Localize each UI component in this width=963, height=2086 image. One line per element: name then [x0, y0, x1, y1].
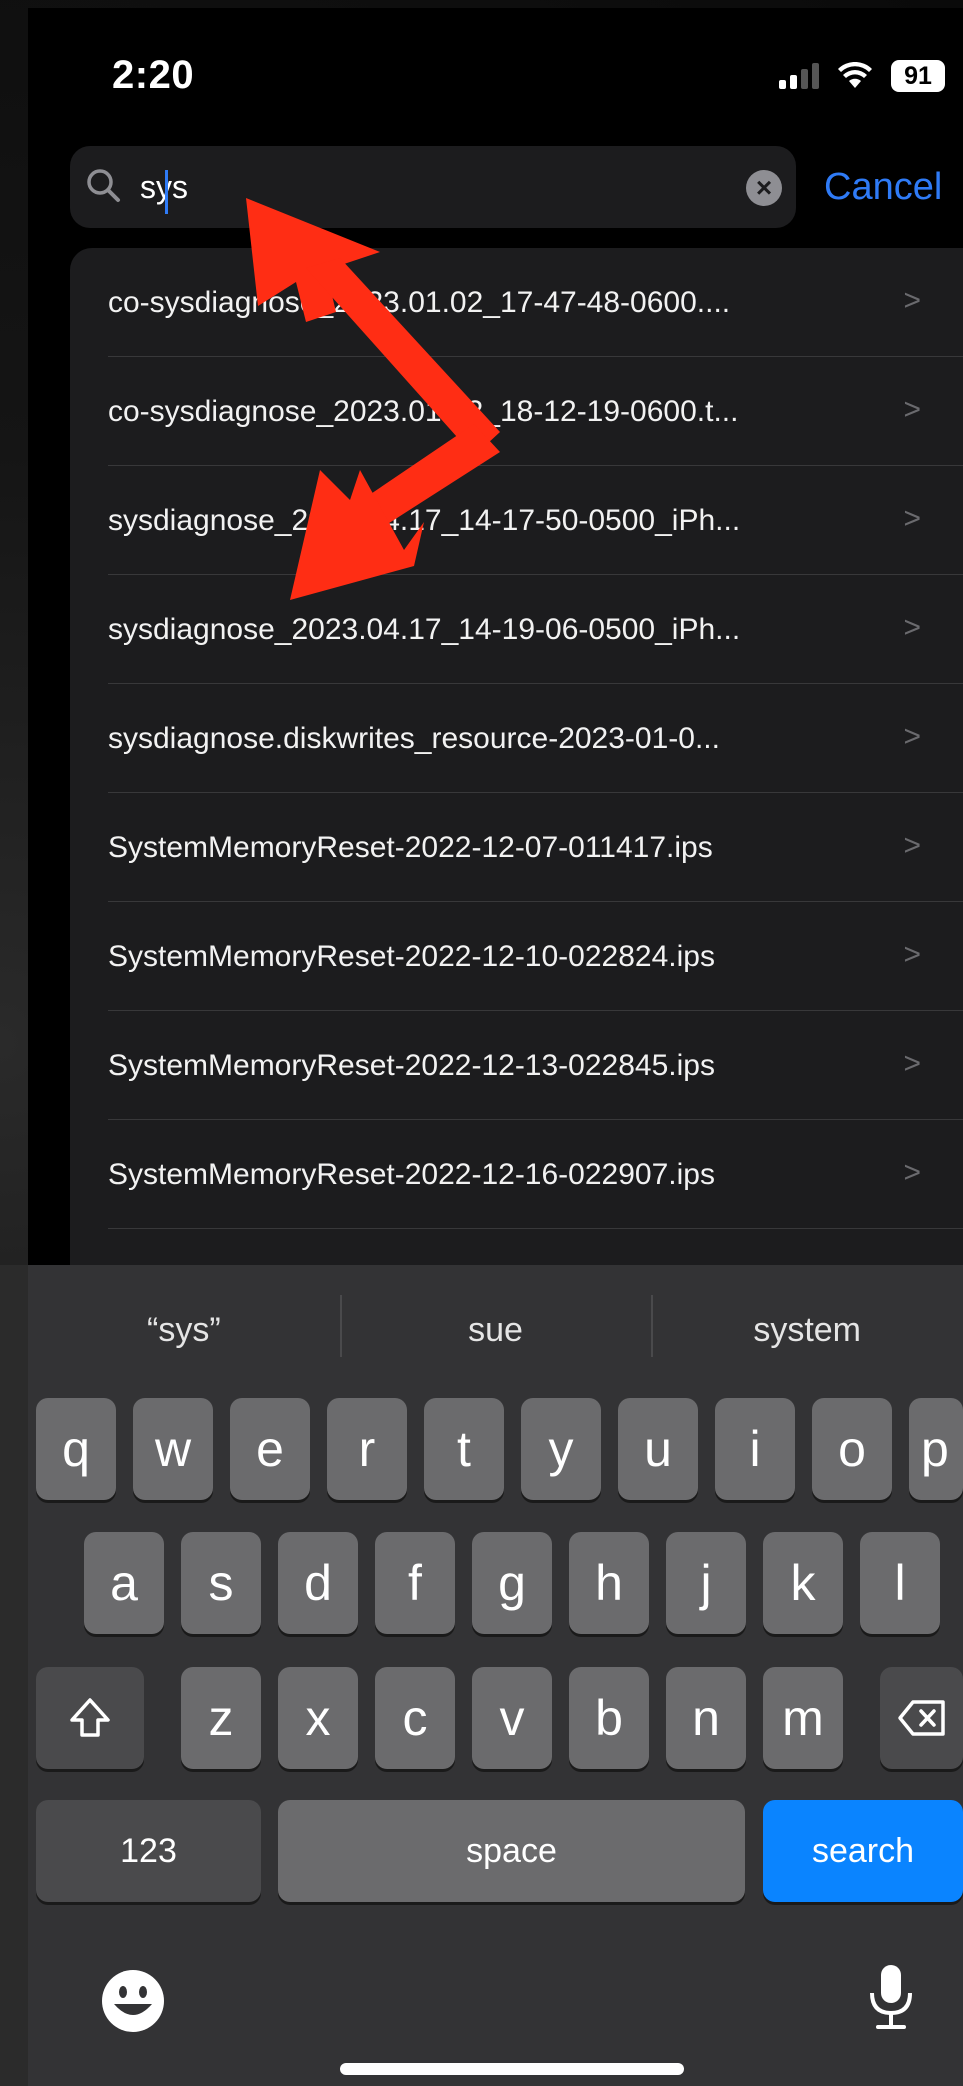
key-d[interactable]: d: [278, 1532, 358, 1634]
wifi-icon: [838, 62, 872, 88]
microphone-icon[interactable]: [866, 1963, 916, 2033]
key-v[interactable]: v: [472, 1667, 552, 1769]
list-item-label: SystemMemoryReset-2022-12-07-011417.ips: [108, 830, 713, 864]
key-j[interactable]: j: [666, 1532, 746, 1634]
key-w[interactable]: w: [133, 1398, 213, 1500]
list-item[interactable]: sysdiagnose_2023.04.17_14-19-06-0500_iPh…: [70, 575, 963, 684]
list-item-label: sysdiagnose.diskwrites_resource-2023-01-…: [108, 721, 720, 755]
backspace-icon: [897, 1700, 945, 1736]
suggestion-item[interactable]: system: [651, 1265, 963, 1395]
chevron-right-icon: >: [903, 393, 921, 426]
key-x[interactable]: x: [278, 1667, 358, 1769]
key-e[interactable]: e: [230, 1398, 310, 1500]
list-item-label: SystemMemoryReset-2022-12-10-022824.ips: [108, 939, 715, 973]
chevron-right-icon: >: [903, 1047, 921, 1080]
chevron-right-icon: >: [903, 829, 921, 862]
key-q[interactable]: q: [36, 1398, 116, 1500]
chevron-right-icon: >: [903, 1156, 921, 1189]
shift-key[interactable]: [36, 1667, 144, 1769]
key-t[interactable]: t: [424, 1398, 504, 1500]
search-input[interactable]: [138, 156, 702, 218]
suggestion-item[interactable]: “sys”: [28, 1265, 340, 1395]
key-b[interactable]: b: [569, 1667, 649, 1769]
keyboard: “sys” sue system q w e r t y u i o p a s…: [0, 1265, 963, 2086]
status-icons: 91: [779, 60, 945, 92]
chevron-right-icon: >: [903, 611, 921, 644]
search-results-list: co-sysdiagnose_2023.01.02_17-47-48-0600.…: [70, 248, 963, 1278]
key-g[interactable]: g: [472, 1532, 552, 1634]
battery-indicator: 91: [891, 60, 945, 92]
chevron-right-icon: >: [903, 720, 921, 753]
key-c[interactable]: c: [375, 1667, 455, 1769]
list-item-label: co-sysdiagnose_2023.01.02_18-12-19-0600.…: [108, 394, 739, 428]
cancel-button[interactable]: Cancel: [824, 166, 942, 209]
search-field[interactable]: ×: [70, 146, 796, 228]
key-o[interactable]: o: [812, 1398, 892, 1500]
emoji-icon[interactable]: [100, 1968, 166, 2034]
key-k[interactable]: k: [763, 1532, 843, 1634]
list-item[interactable]: co-sysdiagnose_2023.01.02_18-12-19-0600.…: [70, 357, 963, 466]
keyboard-body: “sys” sue system q w e r t y u i o p a s…: [28, 1265, 963, 2086]
key-h[interactable]: h: [569, 1532, 649, 1634]
shift-icon: [70, 1698, 110, 1737]
key-m[interactable]: m: [763, 1667, 843, 1769]
search-key[interactable]: search: [763, 1800, 963, 1902]
key-n[interactable]: n: [666, 1667, 746, 1769]
magnifier-icon: [87, 169, 120, 202]
chevron-right-icon: >: [903, 502, 921, 535]
key-y[interactable]: y: [521, 1398, 601, 1500]
list-item-label: sysdiagnose_2023.04.17_14-17-50-0500_iPh…: [108, 503, 741, 537]
clear-circle-icon[interactable]: ×: [746, 170, 782, 206]
list-item[interactable]: SystemMemoryReset-2022-12-13-022845.ips >: [70, 1011, 963, 1120]
list-item[interactable]: SystemMemoryReset-2022-12-10-022824.ips >: [70, 902, 963, 1011]
chevron-right-icon: >: [903, 938, 921, 971]
key-l[interactable]: l: [860, 1532, 940, 1634]
status-time: 2:20: [112, 53, 195, 97]
key-r[interactable]: r: [327, 1398, 407, 1500]
list-item[interactable]: SystemMemoryReset-2022-12-16-022907.ips >: [70, 1120, 963, 1229]
key-a[interactable]: a: [84, 1532, 164, 1634]
list-item[interactable]: sysdiagnose_2023.04.17_14-17-50-0500_iPh…: [70, 466, 963, 575]
predictive-bar: “sys” sue system: [28, 1265, 963, 1395]
key-i[interactable]: i: [715, 1398, 795, 1500]
key-f[interactable]: f: [375, 1532, 455, 1634]
space-key[interactable]: space: [278, 1800, 745, 1902]
numbers-key[interactable]: 123: [36, 1800, 261, 1902]
key-s[interactable]: s: [181, 1532, 261, 1634]
suggestion-item[interactable]: sue: [339, 1265, 652, 1395]
key-u[interactable]: u: [618, 1398, 698, 1500]
chevron-right-icon: >: [903, 284, 921, 317]
list-item-label: sysdiagnose_2023.04.17_14-19-06-0500_iPh…: [108, 612, 741, 646]
list-item-label: SystemMemoryReset-2022-12-16-022907.ips: [108, 1157, 715, 1191]
key-z[interactable]: z: [181, 1667, 261, 1769]
list-item-label: co-sysdiagnose_2023.01.02_17-47-48-0600.…: [108, 285, 731, 319]
backspace-key[interactable]: [880, 1667, 963, 1769]
cellular-signal-icon: [779, 63, 819, 89]
text-caret: [165, 170, 168, 214]
list-item[interactable]: co-sysdiagnose_2023.01.02_17-47-48-0600.…: [70, 248, 963, 357]
list-item-label: SystemMemoryReset-2022-12-13-022845.ips: [108, 1048, 715, 1082]
key-p[interactable]: p: [909, 1398, 963, 1500]
list-item[interactable]: sysdiagnose.diskwrites_resource-2023-01-…: [70, 684, 963, 793]
list-item[interactable]: SystemMemoryReset-2022-12-07-011417.ips >: [70, 793, 963, 902]
home-indicator[interactable]: [340, 2063, 684, 2075]
